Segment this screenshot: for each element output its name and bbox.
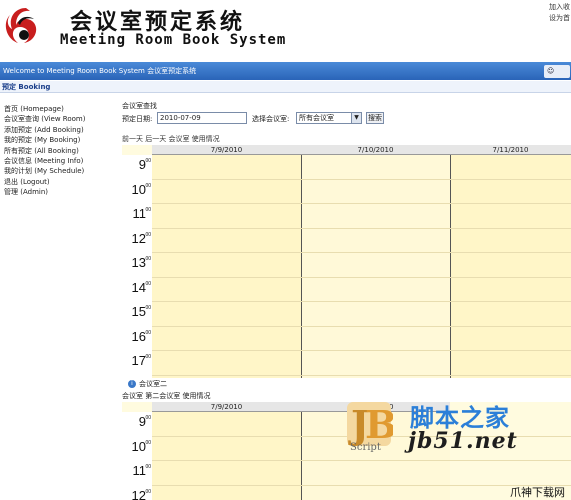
hour-gridline [152, 301, 571, 302]
day-header: 7/9/2010 [152, 402, 301, 412]
nav-item-my-schedule[interactable]: 我的计划 (My Schedule) [4, 166, 122, 176]
hour-label: 10 00 [131, 438, 151, 454]
hour-gridline [152, 227, 571, 229]
hour-label: 10 00 [131, 181, 151, 197]
hour-gridline [152, 374, 571, 376]
top-links: 加入收 设为首 [549, 2, 570, 24]
hour-gridline [152, 252, 571, 253]
hour-label: 11 00 [132, 206, 152, 221]
day-separator [450, 155, 451, 378]
section-title: 预定 Booking [0, 81, 571, 93]
hour-gridline [152, 350, 571, 351]
hour-label: 12 00 [131, 487, 151, 500]
hour-gridline [152, 325, 571, 327]
date-label: 预定日期: [122, 115, 153, 123]
nav-item-logout[interactable]: 退出 (Logout) [4, 177, 122, 187]
nav-item-all-booking[interactable]: 所有预定 (All Booking) [4, 146, 122, 156]
corner-watermark: 爪神下载网 [510, 486, 565, 499]
search-button[interactable]: 搜索 [366, 112, 384, 124]
day-column[interactable] [152, 155, 301, 378]
hour-label: 15 00 [131, 304, 151, 319]
hour-label: 14 00 [131, 279, 151, 295]
user-badge[interactable]: ☺ [544, 65, 570, 78]
hour-label: 11 00 [132, 463, 152, 478]
day-header: 7/10/2010 [301, 145, 450, 155]
page-header: 会议室预定系统 Meeting Room Book System 加入收 设为首 [0, 0, 571, 62]
navigation-links[interactable]: 前一天 后一天 会议室 使用情况 [122, 134, 220, 144]
nav-item-view-room[interactable]: 会议室查询 (View Room) [4, 114, 122, 124]
hour-label: 9 00 [138, 414, 151, 429]
day-header: 7/11/2010 [450, 145, 571, 155]
app-title-english: Meeting Room Book System [60, 32, 287, 48]
filter-heading: 会议室查找 [122, 102, 157, 110]
day-separator [301, 155, 302, 378]
add-favorite-link[interactable]: 加入收 [549, 2, 570, 13]
hour-gridline [152, 276, 571, 278]
svg-text:B: B [365, 402, 393, 447]
day-column[interactable] [301, 155, 450, 378]
welcome-text: Welcome to Meeting Room Book System 会议室预… [3, 67, 197, 75]
nav-item-admin[interactable]: 管理 (Admin) [4, 187, 122, 197]
filter-bar: 预定日期: 2010-07-09 选择会议室: 所有会议室 ▼ 搜索 [122, 112, 571, 126]
room-divider-label: 会议室二 [139, 380, 167, 388]
day-column[interactable] [450, 155, 571, 378]
info-icon: i [128, 380, 136, 388]
calendar-week-view: 7/9/2010 7/10/2010 7/11/2010 9 00 10 00 11 00 12 0… [122, 145, 571, 378]
sidebar-nav: 首页 (Homepage) 会议室查询 (View Room) 添加预定 (Ad… [4, 104, 122, 198]
date-input[interactable]: 2010-07-09 [157, 112, 247, 124]
hour-label: 17 00 [131, 353, 151, 368]
welcome-bar: Welcome to Meeting Room Book System 会议室预… [0, 62, 571, 80]
hour-gridline [152, 460, 571, 461]
hour-label: 13 00 [131, 255, 151, 270]
day-header: 7/9/2010 [152, 145, 301, 155]
hour-label: 12 00 [131, 230, 151, 246]
nav-item-my-booking[interactable]: 我的预定 (My Booking) [4, 135, 122, 145]
hour-gridline [152, 178, 571, 180]
watermark-script: Script [350, 442, 381, 453]
hour-label: 16 00 [131, 328, 151, 344]
hour-gridline [152, 203, 571, 204]
user-icon: ☺ [547, 67, 555, 75]
hour-gridline [152, 484, 571, 486]
nav-item-add-booking[interactable]: 添加预定 (Add Booking) [4, 125, 122, 135]
room-select-label: 选择会议室: [252, 115, 290, 123]
room-divider: i 会议室二 [122, 379, 571, 389]
watermark-site-en: jb51.net [408, 428, 518, 454]
room-select[interactable]: 所有会议室 ▼ [296, 112, 362, 124]
day-separator [301, 412, 302, 500]
nav-item-meeting-info[interactable]: 会议信息 (Meeting Info) [4, 156, 122, 166]
room2-caption: 会议室 第二会议室 使用情况 [122, 392, 211, 400]
room-select-value: 所有会议室 [299, 114, 334, 122]
set-homepage-link[interactable]: 设为首 [549, 13, 570, 24]
chevron-down-icon[interactable]: ▼ [351, 113, 361, 123]
nav-item-homepage[interactable]: 首页 (Homepage) [4, 104, 122, 114]
day-column[interactable] [152, 412, 301, 500]
hour-label: 9 00 [138, 157, 151, 172]
system-logo-icon [5, 8, 37, 43]
